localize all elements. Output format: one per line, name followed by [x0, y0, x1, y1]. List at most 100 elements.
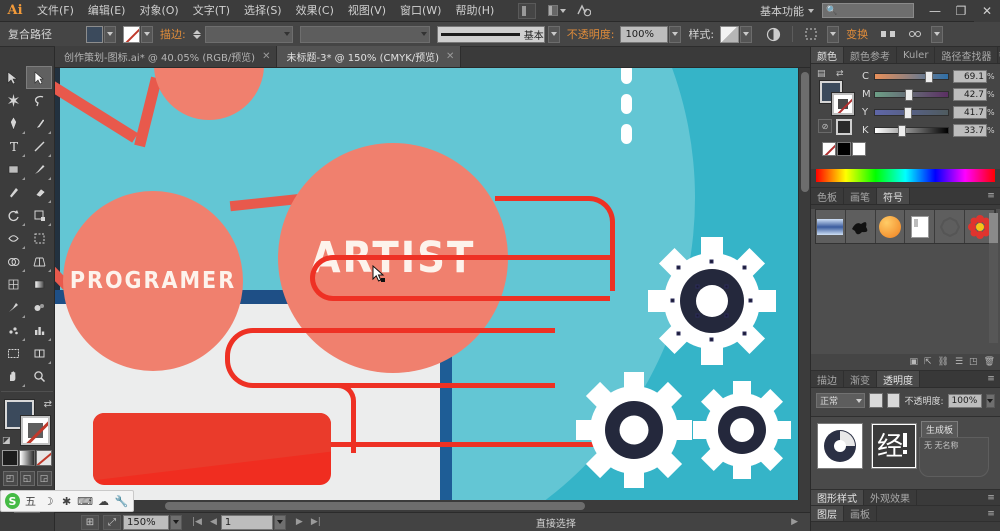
tool-zoom[interactable] [26, 365, 52, 388]
graphic-style-item-1[interactable] [817, 423, 863, 469]
canvas-vertical-scroll-thumb[interactable] [801, 72, 809, 192]
recolor-artwork-icon[interactable] [763, 24, 783, 44]
transparency-opacity-input[interactable]: 100% [947, 393, 982, 408]
canvas-horizontal-scrollbar[interactable] [55, 500, 810, 512]
canvas-vertical-scrollbar[interactable] [798, 68, 810, 512]
gear-middle[interactable] [575, 371, 693, 489]
tool-scale[interactable] [26, 204, 52, 227]
color-fill-mode-button[interactable] [2, 450, 18, 466]
tool-free-transform[interactable] [26, 227, 52, 250]
tab-graphic-styles[interactable]: 图形样式 [811, 490, 864, 505]
artboard-nav-prev[interactable]: ◀ [210, 517, 217, 527]
tool-eraser[interactable] [26, 181, 52, 204]
tool-blend[interactable] [26, 296, 52, 319]
ime-sparkle-icon[interactable]: ✱ [59, 495, 74, 508]
tool-perspective-grid[interactable] [26, 250, 52, 273]
draw-normal-button[interactable]: ◰ [2, 471, 18, 486]
artboard-nav-first[interactable]: |◀ [192, 517, 202, 527]
menu-type[interactable]: 文字(T) [186, 0, 237, 22]
gear-large-top[interactable] [647, 236, 777, 366]
menu-help[interactable]: 帮助(H) [448, 0, 501, 22]
slider-knob-c[interactable] [924, 71, 933, 83]
gear-right-small[interactable] [692, 380, 792, 480]
menu-edit[interactable]: 编辑(E) [81, 0, 133, 22]
tool-column-graph[interactable] [26, 319, 52, 342]
tab-symbols[interactable]: 符号 [877, 188, 910, 204]
sogou-logo-icon[interactable]: S [5, 493, 21, 509]
workspace-selector-label[interactable]: 基本功能 [756, 3, 808, 19]
brush-definition-combo[interactable]: 基本 [436, 25, 545, 43]
bridge-icon[interactable] [573, 2, 593, 20]
stroke-color-swatch[interactable] [123, 25, 140, 43]
artboard-number-dropdown[interactable] [273, 514, 286, 530]
fit-artboard-icon[interactable]: ⤢ [103, 514, 121, 530]
default-fill-stroke-icon[interactable]: ◪ [2, 436, 11, 446]
tool-direct-selection[interactable] [26, 66, 52, 89]
tool-symbol-sprayer[interactable] [0, 319, 26, 342]
fill-color-swatch[interactable] [86, 25, 103, 43]
blend-mode-combo[interactable]: 正常 [816, 393, 866, 408]
color-panel-stroke-swatch[interactable] [831, 92, 855, 116]
tool-mesh[interactable] [0, 273, 26, 296]
slider-track-m[interactable] [874, 89, 949, 101]
new-symbol-icon[interactable]: ◳ [969, 357, 978, 367]
document-tab-2-close-icon[interactable]: ✕ [446, 51, 454, 62]
menu-object[interactable]: 对象(O) [132, 0, 185, 22]
stroke-color-dropdown[interactable] [141, 25, 153, 43]
symbol-page[interactable] [905, 210, 936, 243]
ime-input-mode-icon[interactable]: 五 [23, 493, 38, 509]
none-fill-mode-button[interactable] [36, 450, 52, 466]
slider-value-k[interactable]: 33.7 [953, 124, 987, 137]
graphic-style-swatch[interactable] [720, 25, 740, 43]
close-button[interactable]: ✕ [974, 0, 1000, 22]
color-panel-swap-icon[interactable]: ⇄ [836, 69, 844, 79]
symbol-ring[interactable] [935, 210, 966, 243]
tool-selection[interactable] [0, 66, 26, 89]
fill-stroke-indicator[interactable]: ⇄ ◪ [2, 399, 52, 446]
isolate-selected-object-icon[interactable] [802, 24, 822, 44]
transparency-opacity-dropdown[interactable] [985, 393, 995, 408]
circle-programmer[interactable]: PROGRAMER [63, 191, 243, 371]
slider-knob-y[interactable] [904, 107, 913, 119]
shape-options-dropdown[interactable] [931, 25, 944, 43]
stroke-weight-stepper[interactable] [192, 29, 202, 39]
zoom-level-input[interactable]: 150% [123, 514, 169, 530]
tool-hand[interactable] [0, 365, 26, 388]
symbol-gradient-swatch[interactable] [816, 210, 846, 243]
draw-behind-button[interactable]: ◱ [19, 471, 35, 486]
color-panel-black-swatch[interactable] [836, 119, 852, 135]
draw-inside-button[interactable]: ◲ [36, 471, 52, 486]
tab-artboards[interactable]: 画板 [844, 506, 877, 521]
graphic-styles-area[interactable]: 经 生成板 无 无名称 [811, 417, 1000, 489]
tab-layers[interactable]: 图层 [811, 506, 844, 521]
transform-label[interactable]: 变换 [846, 26, 868, 42]
status-menu-arrow-icon[interactable]: ▶ [791, 517, 798, 527]
tab-pathfinder[interactable]: 路径查找器 [935, 47, 999, 63]
symbol-options-icon[interactable]: ☰ [955, 357, 963, 367]
transparency-panel-menu-icon[interactable]: ≡ [982, 371, 1000, 387]
menu-window[interactable]: 窗口(W) [393, 0, 448, 22]
slider-track-y[interactable] [874, 107, 949, 119]
zoom-level-dropdown[interactable] [170, 514, 182, 530]
menu-view[interactable]: 视图(V) [341, 0, 393, 22]
break-link-icon[interactable]: ⛓ [938, 357, 949, 367]
delete-symbol-icon[interactable]: 🗑 [984, 357, 995, 367]
artboard-number-input[interactable]: 1 [220, 514, 273, 530]
color-panel-swatch-icon[interactable]: ▤ [817, 69, 826, 79]
document-tab-1[interactable]: 创作策划-图标.ai* @ 40.05% (RGB/预览) ✕ [55, 46, 278, 67]
tool-rotate[interactable] [0, 204, 26, 227]
menu-effect[interactable]: 效果(C) [289, 0, 341, 22]
canvas-area[interactable]: PROGRAMER ARTIST [55, 68, 810, 512]
tab-stroke[interactable]: 描边 [811, 371, 844, 387]
symbols-panel-menu-icon[interactable]: ≡ [982, 188, 1000, 204]
tool-magic-wand[interactable] [0, 89, 26, 112]
tool-add-anchor-point[interactable] [26, 112, 52, 135]
slider-value-c[interactable]: 69.1 [953, 70, 987, 83]
symbol-splatter[interactable] [845, 210, 876, 243]
document-tab-2[interactable]: 未标题-3* @ 150% (CMYK/预览) ✕ [277, 46, 462, 67]
symbols-list-area[interactable] [811, 209, 1000, 354]
tool-gradient[interactable] [26, 273, 52, 296]
brush-definition-dropdown[interactable] [547, 25, 560, 43]
swap-fill-stroke-icon[interactable]: ⇄ [44, 399, 52, 410]
workspace-chevron-down-icon[interactable] [808, 8, 814, 13]
